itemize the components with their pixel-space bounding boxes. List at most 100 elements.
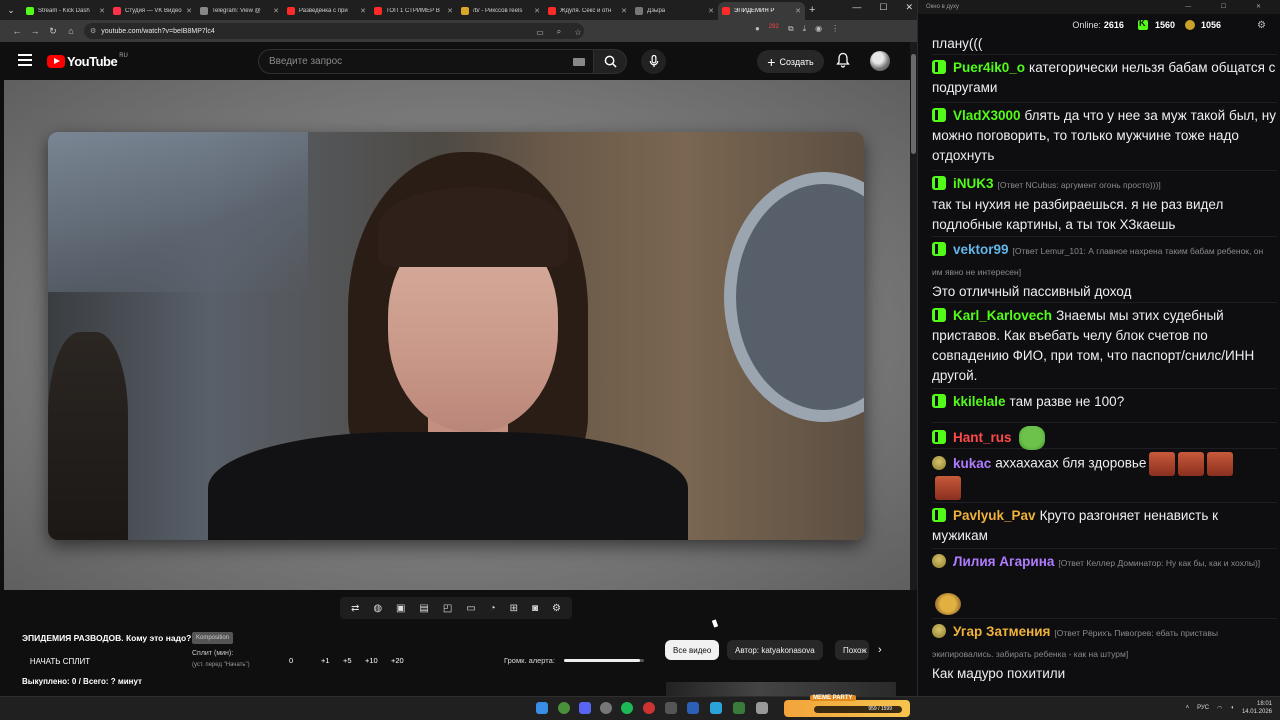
chrome-icon[interactable]	[558, 702, 570, 714]
close-window-icon[interactable]: ✕	[905, 2, 913, 13]
tab-close-icon[interactable]: ✕	[621, 7, 627, 15]
url-field[interactable]: ⚙ youtube.com/watch?v=beIB8MP7lc4 ▭ ⌕ ☆	[84, 23, 584, 39]
app-icon-4[interactable]	[733, 702, 745, 714]
split-plus-5-button[interactable]: +5	[343, 656, 352, 665]
forward-icon[interactable]: →	[26, 26, 44, 36]
tab-close-icon[interactable]: ✕	[795, 7, 801, 15]
minimize-icon[interactable]: —	[852, 2, 861, 13]
browser-tab[interactable]: Дзьіра ✕	[631, 2, 718, 20]
chip-all-videos[interactable]: Все видео	[665, 640, 720, 660]
picture-in-picture-icon[interactable]: ◰	[443, 603, 452, 614]
browser-tab[interactable]: Разведёнка с при ✕	[283, 2, 370, 20]
create-button[interactable]: + Создать	[757, 50, 824, 73]
browser-tab[interactable]: /b/ - Рикссов reels ✕	[457, 2, 544, 20]
video-player[interactable]	[4, 80, 910, 590]
download-icon[interactable]: ⤓	[803, 24, 807, 34]
split-plus-20-button[interactable]: +20	[391, 656, 404, 665]
tab-close-icon[interactable]: ✕	[534, 7, 540, 15]
volume-icon[interactable]: ◖	[1230, 705, 1234, 711]
discord-icon[interactable]	[579, 702, 591, 714]
tab-close-icon[interactable]: ✕	[273, 7, 279, 15]
chip-author[interactable]: Автор: katyakonasova	[727, 640, 823, 660]
chat-username[interactable]: Puer4ik0_o	[953, 60, 1025, 75]
app-icon[interactable]	[600, 702, 612, 714]
scrollbar-thumb[interactable]	[911, 54, 916, 154]
new-tab-icon[interactable]: +	[809, 4, 815, 16]
reload-icon[interactable]: ↻	[44, 26, 62, 37]
chat-username[interactable]: Угар Затмения	[953, 624, 1050, 639]
language-indicator[interactable]: РУС	[1197, 705, 1209, 711]
loop-icon[interactable]: ⇄	[351, 603, 359, 614]
windows-start-icon[interactable]	[536, 702, 548, 714]
maximize-icon[interactable]: ☐	[879, 2, 887, 13]
tab-close-icon[interactable]: ✕	[447, 7, 453, 15]
telegram-icon[interactable]	[710, 702, 722, 714]
obs-icon[interactable]	[643, 702, 655, 714]
notifications-bell-icon[interactable]	[836, 52, 850, 68]
start-split-button[interactable]: НАЧАТЬ СПЛИТ	[22, 654, 98, 668]
chip-similar[interactable]: Похож	[835, 640, 869, 660]
chat-username[interactable]: VladX3000	[953, 108, 1021, 123]
meme-party-widget[interactable]: MEME PARTY 959 / 1599	[784, 695, 910, 717]
spotify-icon[interactable]	[621, 702, 633, 714]
recommended-thumbnail[interactable]	[666, 682, 896, 696]
account-avatar[interactable]	[870, 51, 890, 71]
browser-tab[interactable]: Telegram: View @ ✕	[196, 2, 283, 20]
chat-username[interactable]: Pavlyuk_Pav	[953, 508, 1036, 523]
speed-icon[interactable]: ◔	[490, 603, 496, 614]
app-icon-3[interactable]	[687, 702, 699, 714]
chat-username[interactable]: vektor99	[953, 242, 1009, 257]
youtube-logo[interactable]: YouTube RU	[47, 53, 128, 69]
screenshot-icon[interactable]: ◙	[532, 603, 538, 614]
settings-gear-icon[interactable]: ⚙	[552, 603, 561, 614]
split-plus-1-button[interactable]: +1	[321, 656, 330, 665]
bookmark-star-icon[interactable]: ☆	[572, 28, 584, 37]
network-icon[interactable]: ◠	[1217, 705, 1222, 712]
extension-badge[interactable]: 292	[769, 24, 779, 34]
clapper-icon[interactable]: ▤	[419, 603, 428, 614]
tab-close-icon[interactable]: ✕	[186, 7, 192, 15]
browser-tab[interactable]: ЭПИДЕМИЯ Р ✕	[718, 2, 805, 20]
app-icon-2[interactable]	[665, 702, 677, 714]
tray-chevron-icon[interactable]: ˄	[1186, 705, 1190, 711]
tab-close-icon[interactable]: ✕	[708, 7, 714, 15]
puzzle-icon[interactable]: ⧉	[788, 24, 794, 34]
site-info-icon[interactable]: ⚙	[90, 27, 96, 35]
chat-username[interactable]: kkilelale	[953, 394, 1006, 409]
chat-window-controls[interactable]: — ☐ ✕	[1185, 0, 1275, 14]
split-plus-10-button[interactable]: +10	[365, 656, 378, 665]
screen-record-icon[interactable]: ▣	[396, 603, 405, 614]
audio-wave-icon[interactable]: ◍	[373, 603, 382, 614]
extension-icon[interactable]: ●	[755, 24, 760, 34]
tab-close-icon[interactable]: ✕	[360, 7, 366, 15]
chat-username[interactable]: Лилия Агарина	[953, 554, 1054, 569]
chevron-right-icon[interactable]: ›	[878, 644, 882, 656]
install-icon[interactable]: ▭	[534, 28, 546, 37]
zoom-icon[interactable]: ⌕	[553, 27, 565, 37]
home-icon[interactable]: ⌂	[62, 26, 80, 36]
browser-tab[interactable]: Студия — VK Видео ✕	[109, 2, 196, 20]
browser-tab[interactable]: Stream - Kick Dash ✕	[22, 2, 109, 20]
browser-tab[interactable]: ТОП 1 СТРИМЕР В ✕	[370, 2, 457, 20]
chat-username[interactable]: Karl_Karlovech	[953, 308, 1052, 323]
keyboard-icon[interactable]	[573, 58, 585, 66]
chat-username[interactable]: Hant_rus	[953, 430, 1012, 445]
chat-username[interactable]: kukac	[953, 456, 991, 471]
profile-icon[interactable]: ◉	[815, 24, 822, 34]
browser-tab[interactable]: Ждуля. Секс и отн ✕	[544, 2, 631, 20]
tab-close-icon[interactable]: ✕	[99, 7, 105, 15]
cinema-mode-icon[interactable]: ▭	[466, 603, 475, 614]
search-input[interactable]: Введите запрос	[258, 49, 594, 74]
split-value[interactable]: 0	[289, 656, 293, 665]
alert-volume-slider[interactable]	[564, 659, 644, 662]
voice-search-button[interactable]	[641, 49, 666, 74]
tab-search-icon[interactable]: ⌄	[0, 0, 22, 20]
search-button[interactable]	[594, 49, 627, 74]
add-clip-icon[interactable]: ⊞	[510, 603, 518, 614]
chat-settings-icon[interactable]: ⚙	[1257, 20, 1266, 31]
hamburger-menu-icon[interactable]	[18, 54, 32, 66]
back-icon[interactable]: ←	[8, 26, 26, 36]
menu-dots-icon[interactable]: ⋮	[831, 24, 839, 34]
clock[interactable]: 18:01 14.01.2026	[1242, 700, 1272, 716]
chat-username[interactable]: iNUK3	[953, 176, 994, 191]
